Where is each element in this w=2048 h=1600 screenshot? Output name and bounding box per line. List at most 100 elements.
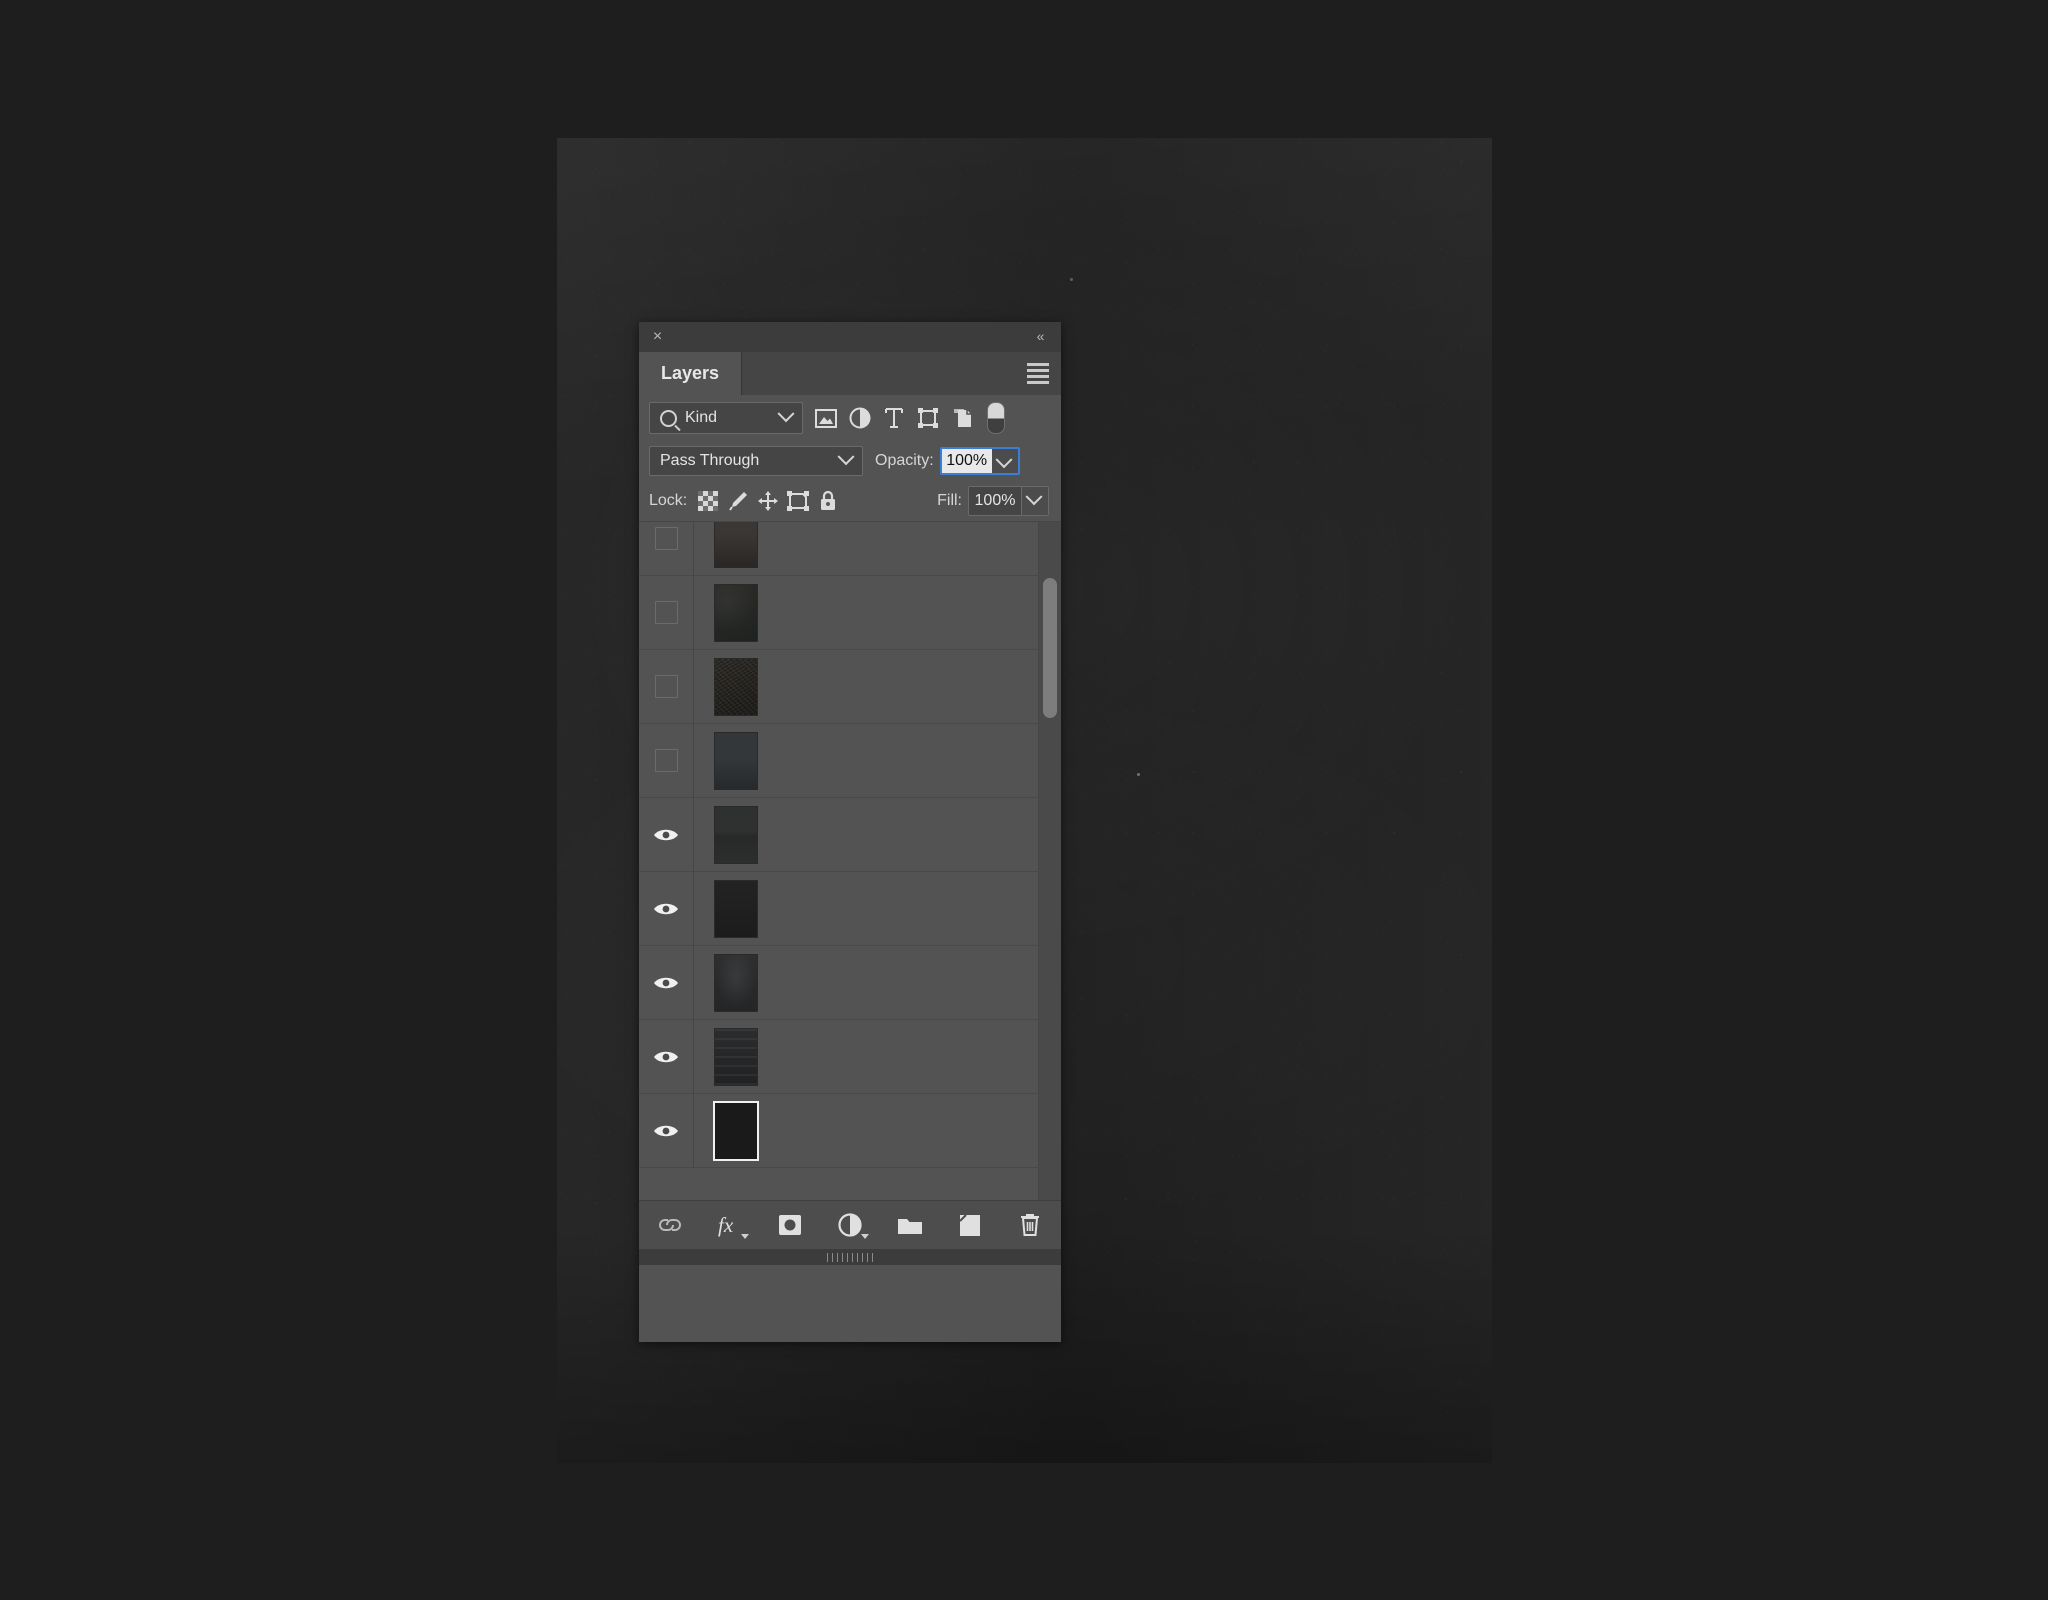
layer-thumbnail [714,657,758,716]
tab-layers-label: Layers [661,363,720,383]
layer-thumbnail-cell [694,731,778,790]
chevron-down-icon [861,1234,869,1239]
filter-smart-objects-icon[interactable] [945,402,979,434]
filter-type-layers-icon[interactable] [877,402,911,434]
canvas-speck [1137,773,1140,776]
layer-thumbnail [714,805,758,864]
scrollbar-thumb[interactable] [1043,578,1057,718]
opacity-input[interactable]: 100% [941,449,992,473]
layer-filter-row[interactable]: Kind [639,395,1061,441]
tab-layers[interactable]: Layers [639,352,742,395]
new-layer-icon[interactable] [953,1208,987,1242]
layer-thumbnail-cell [694,879,778,938]
eye-hidden-icon [654,749,678,772]
layers-panel[interactable]: × « Layers Kind Pass Through Opacity: 10… [639,322,1061,1342]
filter-shape-layers-icon[interactable] [911,402,945,434]
filter-pixel-layers-icon[interactable] [809,402,843,434]
blend-mode-value: Pass Through [660,452,760,469]
layer-visibility-toggle[interactable] [639,1020,694,1093]
table-row[interactable] [639,872,1061,946]
chevron-down-icon [837,448,855,466]
eye-visible-icon [654,829,678,840]
table-row[interactable] [639,650,1061,724]
table-row[interactable] [639,724,1061,798]
layer-visibility-toggle[interactable] [639,522,694,575]
panel-titlebar[interactable]: × « [639,322,1061,352]
table-row[interactable] [639,946,1061,1020]
layer-visibility-toggle[interactable] [639,576,694,649]
filter-adjustment-layers-icon[interactable] [843,402,877,434]
filter-enable-toggle[interactable] [987,402,1005,434]
new-adjustment-layer-icon[interactable] [833,1208,869,1242]
layer-visibility-toggle[interactable] [639,1094,694,1167]
filter-type-buttons[interactable] [809,402,979,434]
layer-thumbnail [713,1100,759,1161]
eye-visible-icon [654,977,678,988]
panel-tab-strip[interactable]: Layers [639,352,1061,395]
eye-hidden-icon [654,675,678,698]
layer-thumbnail-cell [694,583,778,642]
add-layer-mask-icon[interactable] [773,1208,807,1242]
layer-thumbnail [714,879,758,938]
opacity-dropdown-button[interactable] [991,449,1018,473]
chevron-down-icon [741,1234,749,1239]
table-row[interactable] [639,522,1061,576]
tab-strip-filler [741,352,1061,395]
lock-all-icon[interactable] [813,487,843,515]
layers-panel-toolbar[interactable]: fx [639,1200,1061,1249]
layer-list-scrollbar[interactable] [1038,522,1061,1200]
layer-thumbnail-cell [694,805,778,864]
eye-visible-icon [654,1051,678,1062]
layer-thumbnail-cell [694,1027,778,1086]
filter-kind-select[interactable]: Kind [649,402,803,434]
fill-input[interactable]: 100% [969,487,1021,515]
fill-dropdown-button[interactable] [1021,487,1048,515]
new-group-icon[interactable] [893,1208,927,1242]
layer-thumbnail [714,522,758,568]
link-layers-icon[interactable] [653,1208,687,1242]
table-row[interactable] [639,798,1061,872]
table-row[interactable] [639,1094,1061,1168]
layer-visibility-toggle[interactable] [639,798,694,871]
panel-resize-grip[interactable] [639,1249,1061,1265]
eye-visible-icon [654,1125,678,1136]
chevron-down-icon [1025,488,1043,506]
fill-control[interactable]: 100% [968,486,1049,516]
layer-visibility-toggle[interactable] [639,724,694,797]
opacity-label: Opacity: [875,452,934,469]
opacity-control[interactable]: 100% [939,447,1020,475]
photoshop-workspace: × « Layers Kind Pass Through Opacity: 10… [0,0,2048,1600]
layer-thumbnail [714,1027,758,1086]
close-icon[interactable]: × [648,327,667,346]
delete-layer-icon[interactable] [1013,1208,1047,1242]
search-icon [660,409,677,427]
layer-thumbnail-cell [694,657,778,716]
canvas-speck [1070,278,1073,281]
layer-list[interactable] [639,521,1061,1200]
layer-visibility-toggle[interactable] [639,650,694,723]
layer-style-fx-icon[interactable]: fx [713,1208,749,1242]
table-row[interactable] [639,576,1061,650]
layer-thumbnail [714,731,758,790]
blend-opacity-row[interactable]: Pass Through Opacity: 100% [639,441,1061,481]
layer-visibility-toggle[interactable] [639,872,694,945]
layer-visibility-toggle[interactable] [639,946,694,1019]
eye-hidden-icon [654,601,678,624]
table-row[interactable] [639,1020,1061,1094]
layer-thumbnail-cell [694,522,778,568]
lock-label: Lock: [649,492,688,509]
eye-visible-icon [654,903,678,914]
lock-artboard-nesting-icon[interactable] [783,487,813,515]
collapse-icon[interactable]: « [1030,326,1050,346]
layer-thumbnail [714,583,758,642]
panel-menu-icon[interactable] [1027,363,1049,384]
lock-position-icon[interactable] [753,487,783,515]
lock-image-pixels-icon[interactable] [723,487,753,515]
layer-thumbnail-cell [694,953,778,1012]
layer-thumbnail-cell [694,1100,778,1161]
lock-fill-row[interactable]: Lock: Fill: 100% [639,481,1061,521]
blend-mode-select[interactable]: Pass Through [649,446,863,476]
chevron-down-icon [995,451,1013,469]
filter-kind-label: Kind [685,409,718,426]
lock-transparent-pixels-icon[interactable] [693,487,723,515]
